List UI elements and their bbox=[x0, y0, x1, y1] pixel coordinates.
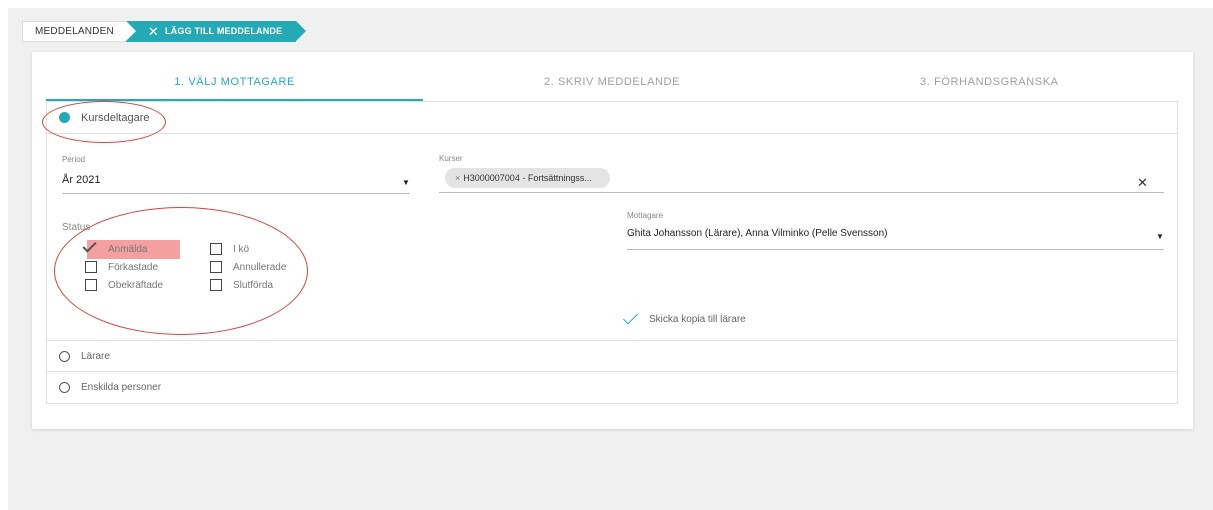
courses-underline bbox=[439, 192, 1164, 193]
status-i-ko-label: I kö bbox=[233, 243, 250, 255]
breadcrumb-add-message[interactable]: ✕ LÄGG TILL MEDDELANDE bbox=[125, 21, 307, 42]
option-individuals[interactable]: Enskilda personer bbox=[47, 372, 1177, 403]
course-chip[interactable]: × H3000007004 - Fortsättningss... bbox=[445, 168, 610, 188]
status-checkbox-obekraftade[interactable]: Obekräftade bbox=[85, 279, 163, 291]
wizard-steps: 1. VÄLJ MOTTAGARE 2. SKRIV MEDDELANDE 3.… bbox=[46, 65, 1178, 101]
breadcrumb-messages-link[interactable]: MEDDELANDEN bbox=[22, 21, 126, 42]
clear-courses-icon[interactable]: ✕ bbox=[1137, 175, 1148, 191]
radio-icon[interactable] bbox=[59, 382, 70, 393]
check-icon bbox=[623, 309, 638, 325]
status-checkbox-forkastade[interactable]: Förkastade bbox=[85, 261, 158, 273]
status-checkbox-anmalda[interactable]: Anmälda bbox=[82, 238, 148, 255]
breadcrumb: MEDDELANDEN ✕ LÄGG TILL MEDDELANDE bbox=[22, 21, 307, 42]
status-checkbox-annullerade[interactable]: Annullerade bbox=[210, 261, 286, 273]
recipient-panel: Kursdeltagare Period År 2021 ▼ Kurser × H… bbox=[46, 101, 1178, 404]
tab-select-recipients[interactable]: 1. VÄLJ MOTTAGARE bbox=[46, 65, 424, 101]
status-label: Status bbox=[62, 222, 91, 233]
copy-to-teacher-label: Skicka kopia till lärare bbox=[649, 313, 746, 325]
wizard-card: 1. VÄLJ MOTTAGARE 2. SKRIV MEDDELANDE 3.… bbox=[32, 52, 1193, 429]
chevron-down-icon[interactable]: ▼ bbox=[1156, 232, 1164, 241]
recipients-underline bbox=[627, 249, 1164, 250]
checkbox-icon bbox=[210, 279, 222, 291]
close-icon[interactable]: ✕ bbox=[148, 25, 159, 38]
period-underline bbox=[62, 193, 410, 194]
period-label: Period bbox=[62, 155, 86, 164]
recipients-label: Mottagare bbox=[627, 211, 664, 220]
status-slutforda-label: Slutförda bbox=[233, 279, 274, 291]
status-obekraftade-label: Obekräftade bbox=[108, 279, 164, 291]
status-anmalda-label: Anmälda bbox=[108, 243, 148, 255]
radio-icon[interactable] bbox=[59, 350, 70, 362]
status-checkbox-i-ko[interactable]: I kö bbox=[210, 243, 249, 255]
checkbox-icon bbox=[85, 279, 97, 291]
chevron-down-icon[interactable]: ▼ bbox=[402, 178, 410, 187]
course-chip-label: H3000007004 - Fortsättningss... bbox=[463, 173, 592, 183]
option-course-participants-label: Kursdeltagare bbox=[81, 111, 150, 124]
radio-selected-icon[interactable] bbox=[59, 112, 70, 123]
checkbox-icon bbox=[210, 261, 222, 273]
option-course-participants[interactable]: Kursdeltagare bbox=[47, 102, 1177, 134]
option-teachers[interactable]: Lärare bbox=[47, 341, 1177, 372]
course-participants-section: Period År 2021 ▼ Kurser × H3000007004 - F… bbox=[47, 134, 1177, 341]
status-annullerade-label: Annullerade bbox=[233, 261, 287, 273]
copy-to-teacher-toggle[interactable]: Skicka kopia till lärare bbox=[622, 309, 746, 328]
recipients-select[interactable]: Ghita Johansson (Lärare), Anna Vilminko … bbox=[627, 228, 888, 239]
chip-remove-icon[interactable]: × bbox=[455, 173, 460, 183]
period-select[interactable]: År 2021 bbox=[62, 174, 101, 186]
option-teachers-label: Lärare bbox=[81, 350, 110, 362]
breadcrumb-add-message-label: LÄGG TILL MEDDELANDE bbox=[164, 26, 283, 36]
checkbox-icon bbox=[210, 243, 222, 255]
checkbox-icon bbox=[85, 261, 97, 273]
tab-preview[interactable]: 3. FÖRHANDSGRANSKA bbox=[801, 65, 1178, 101]
status-forkastade-label: Förkastade bbox=[108, 261, 159, 273]
option-individuals-label: Enskilda personer bbox=[81, 382, 162, 393]
checkbox-checked-icon bbox=[82, 238, 97, 255]
tab-write-message[interactable]: 2. SKRIV MEDDELANDE bbox=[423, 65, 800, 101]
status-checkbox-slutforda[interactable]: Slutförda bbox=[210, 279, 273, 291]
courses-label: Kurser bbox=[439, 154, 463, 163]
